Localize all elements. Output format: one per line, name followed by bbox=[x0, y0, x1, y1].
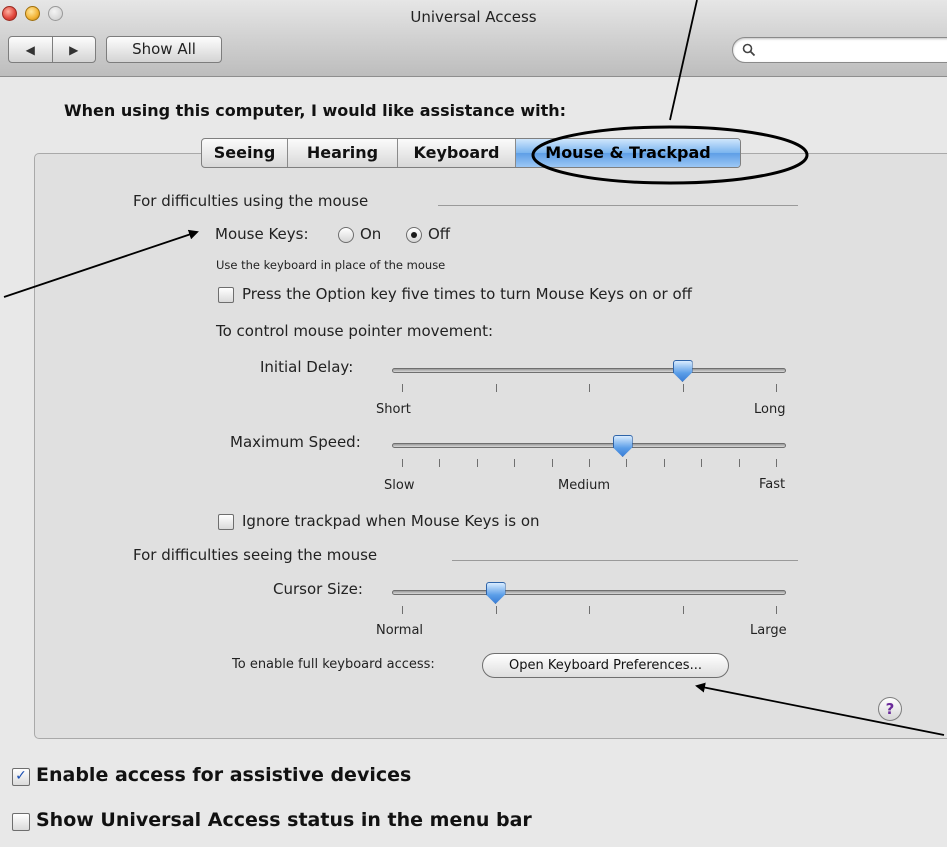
menu-bar-status-label: Show Universal Access status in the menu… bbox=[36, 809, 532, 831]
slider-tick bbox=[439, 459, 441, 467]
slider-tick bbox=[776, 384, 777, 392]
mouse-section-heading: For difficulties using the mouse bbox=[133, 192, 369, 210]
slider-tick bbox=[776, 606, 777, 614]
slider-thumb[interactable] bbox=[672, 360, 693, 382]
cursor-size-label: Cursor Size: bbox=[273, 580, 363, 598]
slider-tick bbox=[514, 459, 516, 467]
mouse-keys-off-radio[interactable] bbox=[406, 227, 422, 243]
slider-thumb[interactable] bbox=[612, 435, 633, 457]
slider-tick bbox=[682, 384, 684, 392]
slider-track[interactable] bbox=[392, 590, 786, 595]
slider-thumb[interactable] bbox=[485, 582, 506, 604]
section-divider bbox=[438, 205, 798, 206]
tab-hearing[interactable]: Hearing bbox=[287, 139, 397, 167]
slider-tick bbox=[495, 384, 497, 392]
assistance-headline: When using this computer, I would like a… bbox=[64, 101, 567, 120]
keyboard-access-label: To enable full keyboard access: bbox=[232, 657, 435, 672]
slider-tick bbox=[495, 606, 497, 614]
mouse-keys-off-label: Off bbox=[428, 225, 451, 243]
slider-track[interactable] bbox=[392, 368, 786, 373]
cursor-size-slider[interactable] bbox=[392, 582, 786, 616]
tab-keyboard[interactable]: Keyboard bbox=[397, 139, 515, 167]
maximum-speed-slider[interactable] bbox=[392, 435, 786, 469]
assistive-devices-label: Enable access for assistive devices bbox=[36, 764, 412, 786]
search-input[interactable] bbox=[761, 41, 947, 61]
mouse-keys-label: Mouse Keys: bbox=[215, 225, 309, 243]
slider-track[interactable] bbox=[392, 443, 786, 448]
pointer-control-heading: To control mouse pointer movement: bbox=[216, 322, 494, 340]
mouse-keys-on-label: On bbox=[360, 225, 382, 243]
slider-tick bbox=[402, 384, 403, 392]
seeing-section-heading: For difficulties seeing the mouse bbox=[133, 546, 378, 564]
help-button[interactable]: ? bbox=[878, 697, 902, 721]
slider-tick bbox=[682, 606, 684, 614]
cursor-size-max-label: Large bbox=[750, 623, 787, 638]
forward-button[interactable]: ▶ bbox=[51, 37, 96, 62]
ignore-trackpad-label: Ignore trackpad when Mouse Keys is on bbox=[242, 512, 540, 530]
menu-bar-status-checkbox[interactable] bbox=[12, 813, 30, 831]
maximum-speed-label: Maximum Speed: bbox=[230, 433, 361, 451]
tab-mouse-trackpad[interactable]: Mouse & Trackpad bbox=[515, 139, 740, 167]
slider-tick bbox=[589, 606, 590, 614]
mouse-keys-on-radio[interactable] bbox=[338, 227, 354, 243]
mouse-keys-hint: Use the keyboard in place of the mouse bbox=[216, 258, 446, 272]
slider-tick bbox=[626, 459, 628, 467]
initial-delay-max-label: Long bbox=[754, 402, 786, 417]
forward-arrow-icon: ▶ bbox=[69, 42, 79, 57]
slider-tick bbox=[402, 606, 403, 614]
maximum-speed-min-label: Slow bbox=[384, 478, 415, 493]
slider-tick bbox=[776, 459, 777, 467]
initial-delay-slider[interactable] bbox=[392, 360, 786, 394]
magnifier-icon bbox=[742, 43, 756, 57]
option-key-label: Press the Option key five times to turn … bbox=[242, 285, 692, 303]
cursor-size-min-label: Normal bbox=[376, 623, 424, 638]
slider-tick bbox=[738, 459, 740, 467]
back-button[interactable]: ◀ bbox=[9, 37, 52, 62]
search-field[interactable] bbox=[732, 37, 947, 63]
open-keyboard-preferences-button[interactable]: Open Keyboard Preferences... bbox=[482, 653, 729, 678]
assistive-devices-checkbox[interactable]: ✓ bbox=[12, 768, 30, 786]
preferences-window: Universal Access ◀ ▶ Show All When using… bbox=[0, 0, 947, 847]
slider-tick bbox=[589, 384, 590, 392]
slider-tick bbox=[663, 459, 665, 467]
option-key-checkbox[interactable] bbox=[218, 287, 234, 303]
tab-seeing[interactable]: Seeing bbox=[202, 139, 287, 167]
back-forward-group: ◀ ▶ bbox=[8, 36, 96, 63]
slider-tick bbox=[589, 459, 590, 467]
title-bar: Universal Access ◀ ▶ Show All bbox=[0, 0, 947, 77]
slider-tick bbox=[476, 459, 478, 467]
window-title: Universal Access bbox=[410, 8, 537, 26]
section-divider bbox=[452, 560, 798, 561]
ignore-trackpad-checkbox[interactable] bbox=[218, 514, 234, 530]
slider-tick bbox=[551, 459, 553, 467]
category-tabs: Seeing Hearing Keyboard Mouse & Trackpad bbox=[201, 138, 741, 168]
slider-tick bbox=[701, 459, 703, 467]
show-all-button[interactable]: Show All bbox=[106, 36, 222, 63]
initial-delay-label: Initial Delay: bbox=[260, 358, 354, 376]
back-arrow-icon: ◀ bbox=[25, 42, 35, 57]
initial-delay-min-label: Short bbox=[376, 402, 411, 417]
maximum-speed-mid-label: Medium bbox=[558, 478, 610, 493]
maximum-speed-max-label: Fast bbox=[759, 477, 786, 492]
slider-tick bbox=[402, 459, 403, 467]
